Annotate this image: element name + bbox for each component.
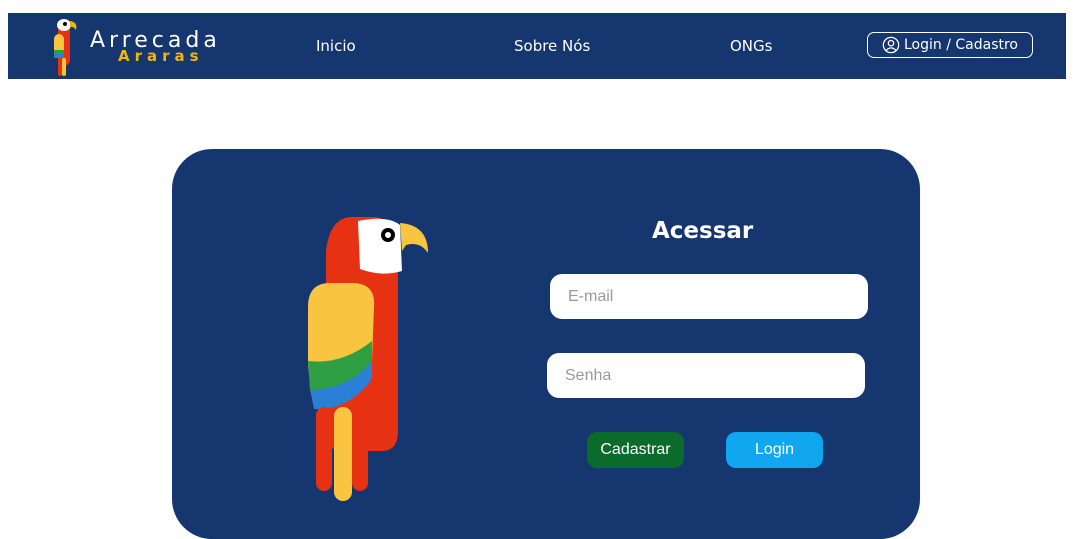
login-cadastro-button[interactable]: Login / Cadastro	[867, 32, 1033, 58]
login-cadastro-label: Login / Cadastro	[903, 37, 1018, 53]
nav-link-sobre-nos[interactable]: Sobre Nós	[514, 37, 590, 55]
user-icon	[882, 36, 900, 54]
parrot-logo-icon	[54, 19, 77, 76]
login-title: Acessar	[652, 218, 754, 244]
login-card: Acessar Cadastrar Login	[172, 149, 920, 539]
nav-link-ongs[interactable]: ONGs	[730, 37, 772, 55]
brand-subtitle: Araras	[118, 47, 204, 65]
login-button[interactable]: Login	[726, 432, 823, 468]
navbar: Arrecada Araras Inicio Sobre Nós ONGs Lo…	[8, 13, 1066, 79]
email-field[interactable]	[550, 274, 868, 319]
password-field[interactable]	[547, 353, 865, 398]
nav-link-inicio[interactable]: Inicio	[316, 37, 356, 55]
brand-logo[interactable]: Arrecada Araras	[46, 16, 226, 78]
register-button[interactable]: Cadastrar	[587, 432, 684, 468]
parrot-illustration	[308, 217, 428, 501]
